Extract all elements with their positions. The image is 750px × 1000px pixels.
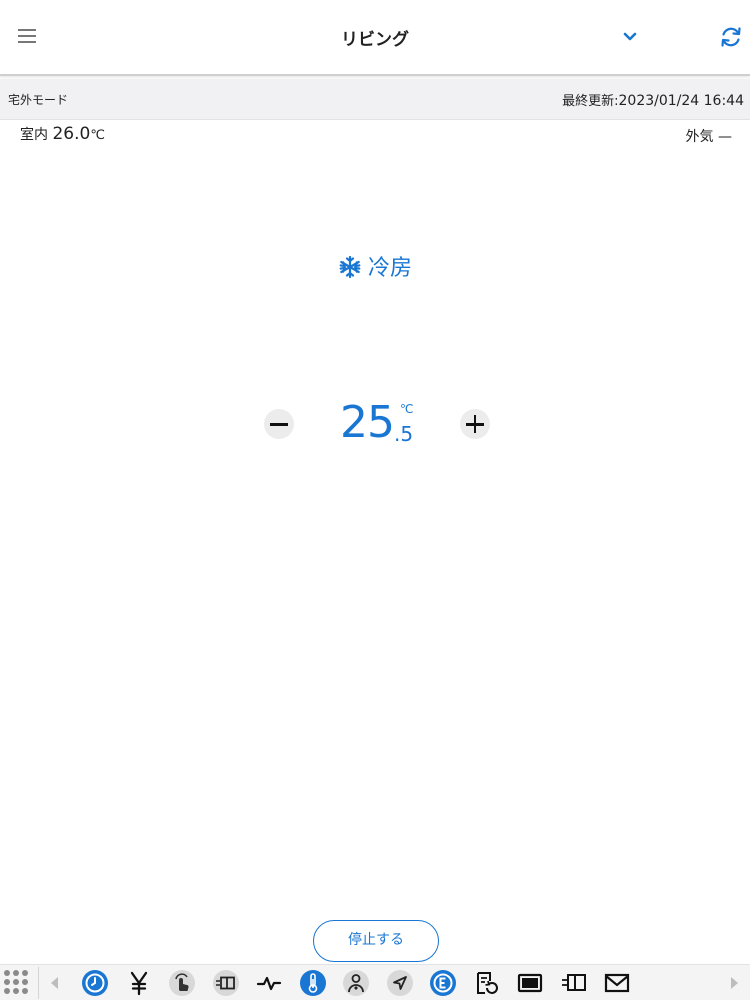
snowflake-icon [339, 255, 361, 279]
chevron-down-icon[interactable] [620, 26, 640, 46]
apps-grid-icon[interactable] [4, 970, 34, 996]
indoor-temperature: 室内 26.0℃ [20, 124, 105, 144]
setpoint-integer: 25 [340, 397, 395, 448]
refresh-icon[interactable] [718, 24, 744, 50]
decrease-temperature-button[interactable] [264, 409, 294, 439]
app-header: リビング [0, 0, 750, 76]
pulse-icon[interactable] [255, 969, 283, 997]
outdoor-temperature: 外気 — [686, 126, 732, 146]
history-icon[interactable] [473, 969, 501, 997]
person-icon[interactable] [342, 969, 370, 997]
dock-divider [38, 967, 39, 999]
setpoint-temperature: 25 .5 ℃ [340, 397, 413, 448]
scroll-left-icon[interactable] [51, 977, 58, 989]
last-updated: 最終更新:2023/01/24 16:44 [562, 90, 744, 109]
last-updated-label: 最終更新: [562, 94, 619, 109]
status-bar: 宅外モード 最終更新:2023/01/24 16:44 [0, 79, 750, 120]
navigation-icon[interactable] [386, 969, 414, 997]
stop-button[interactable]: 停止する [313, 920, 439, 962]
device-icon[interactable] [560, 969, 588, 997]
yen-icon[interactable] [125, 969, 153, 997]
energy-icon[interactable] [429, 969, 457, 997]
thermometer-icon[interactable] [299, 969, 327, 997]
away-mode-label: 宅外モード [8, 93, 69, 107]
monitor-icon[interactable] [516, 969, 544, 997]
indoor-value: 26.0 [52, 124, 91, 144]
clock-icon[interactable] [81, 969, 109, 997]
outdoor-value: — [718, 129, 732, 145]
panel-icon[interactable] [212, 969, 240, 997]
last-updated-value: 2023/01/24 16:44 [618, 93, 745, 109]
operation-mode[interactable]: 冷房 [0, 250, 750, 282]
setpoint-decimal: .5 [394, 422, 414, 446]
outdoor-label: 外気 [685, 129, 714, 145]
indoor-label: 室内 [20, 127, 48, 143]
increase-temperature-button[interactable] [460, 409, 490, 439]
setpoint-unit: ℃ [400, 402, 414, 416]
touch-icon[interactable] [168, 969, 196, 997]
scroll-right-icon[interactable] [731, 977, 738, 989]
app-dock [0, 964, 750, 1000]
mail-icon[interactable] [603, 969, 631, 997]
mode-label: 冷房 [367, 256, 412, 281]
indoor-unit: ℃ [90, 128, 105, 143]
